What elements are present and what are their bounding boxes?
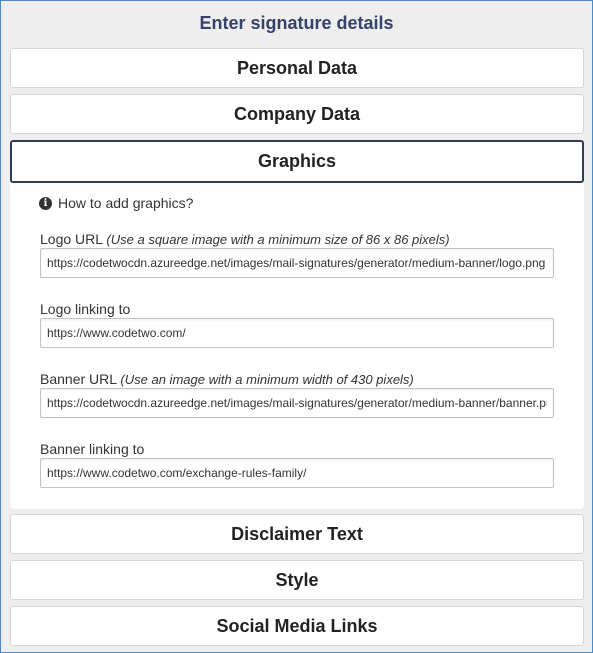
logo-url-label-text: Logo URL [40,231,103,247]
banner-url-input[interactable] [40,388,554,418]
section-personal-data[interactable]: Personal Data [10,48,584,88]
signature-details-panel: Enter signature details Personal Data Co… [0,0,593,653]
banner-linking-label: Banner linking to [40,441,145,457]
section-social-media-links[interactable]: Social Media Links [10,606,584,646]
section-graphics[interactable]: Graphics [10,140,584,183]
logo-linking-input[interactable] [40,318,554,348]
page-title: Enter signature details [199,13,394,33]
banner-url-label-text: Banner URL [40,371,117,387]
graphics-panel: i How to add graphics? Logo URL (Use a s… [10,183,584,509]
help-link-label: How to add graphics? [58,195,194,211]
banner-url-hint: (Use an image with a minimum width of 43… [120,372,414,387]
banner-url-label: Banner URL (Use an image with a minimum … [40,371,414,387]
section-style[interactable]: Style [10,560,584,600]
section-disclaimer-text[interactable]: Disclaimer Text [10,514,584,554]
how-to-add-graphics-link[interactable]: i How to add graphics? [39,195,193,211]
logo-url-hint: (Use a square image with a minimum size … [106,232,450,247]
logo-linking-label: Logo linking to [40,301,131,317]
info-icon: i [39,196,52,210]
section-company-data[interactable]: Company Data [10,94,584,134]
logo-url-input[interactable] [40,248,554,278]
logo-url-label: Logo URL (Use a square image with a mini… [40,231,450,247]
banner-linking-input[interactable] [40,458,554,488]
